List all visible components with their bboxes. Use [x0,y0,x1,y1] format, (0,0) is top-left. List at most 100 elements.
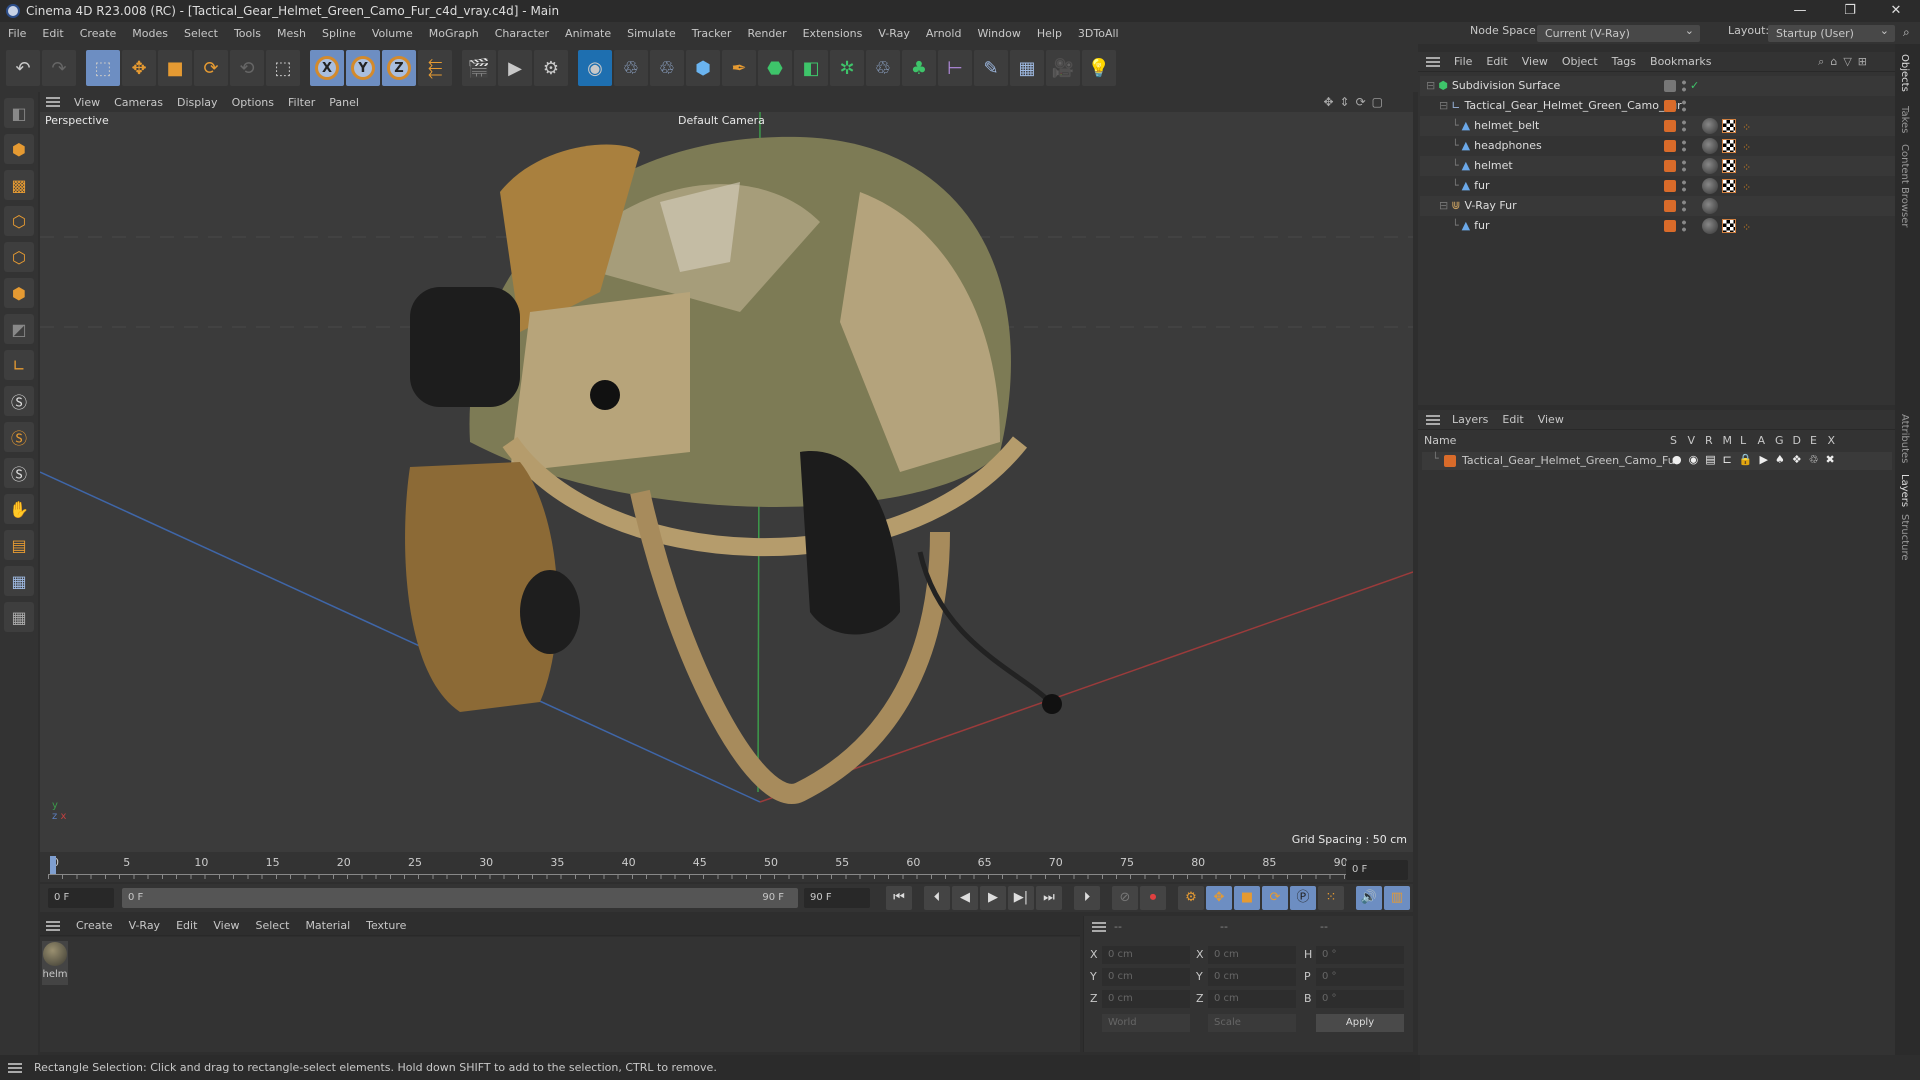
material-tag-icon[interactable] [1702,158,1718,174]
search-icon[interactable]: ⌕ [1903,25,1910,40]
material-tag-icon[interactable] [1702,138,1718,154]
material-menu-vray[interactable]: V-Ray [129,919,161,932]
visibility-dots-icon[interactable] [1682,139,1686,153]
make-editable-icon[interactable]: ◧ [4,98,34,128]
rot-b-field[interactable]: 0 ° [1316,990,1404,1008]
render-view-icon[interactable]: ▶ [498,50,532,86]
menu-modes[interactable]: Modes [132,27,168,40]
edges-mode-icon[interactable]: ⬡ [4,242,34,272]
go-to-end-icon[interactable]: ⏭ [1036,886,1062,910]
material-menu-view[interactable]: View [213,919,239,932]
snap-icon[interactable]: Ⓢ [4,386,34,416]
menu-3dtoall[interactable]: 3DToAll [1078,27,1119,40]
layer-swatch[interactable] [1664,120,1676,132]
tab-attributes[interactable]: Attributes [1899,414,1910,463]
menu-simulate[interactable]: Simulate [627,27,676,40]
coord-mode-dropdown[interactable]: Scale [1208,1014,1296,1032]
objects-menu-edit[interactable]: Edit [1486,55,1507,68]
viewport-menu-view[interactable]: View [74,96,100,109]
material-menu-material[interactable]: Material [305,919,350,932]
go-to-start-icon[interactable]: ⏮ [886,886,912,910]
layer-column-header[interactable]: R [1705,434,1713,447]
deformer-icon[interactable]: ⊢ [938,50,972,86]
layers-hamburger-icon[interactable] [1426,414,1440,425]
layer-swatch[interactable] [1664,180,1676,192]
objects-hamburger-icon[interactable] [1426,56,1440,67]
previous-frame-icon[interactable]: ◀ [952,886,978,910]
pos-x-field[interactable]: 0 cm [1102,946,1190,964]
layer-column-header[interactable]: D [1793,434,1801,447]
layout-dropdown[interactable]: Startup (User) [1768,22,1895,42]
objects-menu-object[interactable]: Object [1562,55,1598,68]
menu-extensions[interactable]: Extensions [803,27,863,40]
object-row[interactable]: └ ▲ helmet_belt ⁘ [1420,116,1895,136]
visibility-dots-icon[interactable] [1682,79,1686,93]
material-menu-select[interactable]: Select [256,919,290,932]
tab-objects[interactable]: Objects [1899,54,1910,92]
objects-menu-view[interactable]: View [1522,55,1548,68]
object-row[interactable]: ⊟ ⬢ Subdivision Surface ✓ [1420,76,1895,96]
material-tag-icon[interactable] [1702,218,1718,234]
menu-select[interactable]: Select [184,27,218,40]
y-axis-icon[interactable]: Y [346,50,380,86]
key-rotation-icon[interactable]: ⟳ [1262,886,1288,910]
viewport-menu-options[interactable]: Options [232,96,274,109]
object-row[interactable]: └ ▲ helmet ⁘ [1420,156,1895,176]
layer-column-header[interactable]: X [1828,434,1836,447]
frame-range-slider[interactable]: 0 F 90 F [122,888,798,908]
python-icon-3[interactable]: ♲ [866,50,900,86]
floor-icon[interactable]: ▦ [1010,50,1044,86]
pen-icon[interactable]: ✒ [722,50,756,86]
material-menu-texture[interactable]: Texture [366,919,406,932]
layer-row[interactable]: └ Tactical_Gear_Helmet_Green_Camo_Fur ●◉… [1422,452,1892,470]
object-row[interactable]: ⊟ ⋓ V-Ray Fur [1420,196,1895,216]
menu-arnold[interactable]: Arnold [926,27,962,40]
layer-column-header[interactable]: Name [1424,434,1456,447]
previous-key-icon[interactable]: ⏴ [924,886,950,910]
light-icon[interactable]: 💡 [1082,50,1116,86]
keyframe-selection-icon[interactable]: ⚙ [1178,886,1204,910]
move-icon[interactable]: ✥ [122,50,156,86]
vray-icon[interactable]: ◉ [578,50,612,86]
material-menu-create[interactable]: Create [76,919,113,932]
layers-menu-layers[interactable]: Layers [1452,413,1488,426]
viewport-menu-display[interactable]: Display [177,96,218,109]
uv-mode-icon[interactable]: ◩ [4,314,34,344]
visibility-dots-icon[interactable] [1682,219,1686,233]
points-mode-icon[interactable]: ⬡ [4,206,34,236]
selection-tag-icon[interactable]: ⁘ [1742,118,1751,138]
minimize-button[interactable]: — [1780,0,1820,22]
start-frame-field[interactable]: 0 F [48,888,114,908]
timeline-ruler[interactable]: 051015202530354045505560657075808590 [40,852,1413,882]
cloner-icon[interactable]: ✲ [830,50,864,86]
spline-pen-icon[interactable]: ✎ [974,50,1008,86]
menu-tools[interactable]: Tools [234,27,261,40]
visibility-dots-icon[interactable] [1682,159,1686,173]
tab-takes[interactable]: Takes [1899,106,1910,133]
layer-column-header[interactable]: M [1723,434,1733,447]
layer-swatch[interactable] [1664,80,1676,92]
layer-column-header[interactable]: V [1688,434,1696,447]
rotate-icon[interactable]: ⟳ [194,50,228,86]
material-menu-edit[interactable]: Edit [176,919,197,932]
selection-tag-icon[interactable]: ⁘ [1742,218,1751,238]
uvw-tag-icon[interactable] [1722,119,1736,133]
expand-toggle-icon[interactable]: ⊟ [1439,99,1448,112]
redo-icon[interactable]: ↷ [42,50,76,86]
viewport-hamburger-icon[interactable] [46,97,60,107]
objects-menu-tags[interactable]: Tags [1612,55,1636,68]
layer-color-swatch[interactable] [1444,455,1456,467]
tab-structure[interactable]: Structure [1899,514,1910,561]
expand-toggle-icon[interactable]: ⊟ [1426,79,1435,92]
menu-character[interactable]: Character [495,27,549,40]
viewport-menu-panel[interactable]: Panel [329,96,359,109]
maximize-button[interactable]: ❐ [1830,0,1870,22]
undo-icon[interactable]: ↶ [6,50,40,86]
pos-y-field[interactable]: 0 cm [1102,968,1190,986]
next-frame-icon[interactable]: ▶| [1008,886,1034,910]
menu-vray[interactable]: V-Ray [878,27,910,40]
subdivision-icon[interactable]: ⬣ [758,50,792,86]
sound-icon[interactable]: 🔊 [1356,886,1382,910]
close-button[interactable]: ✕ [1876,0,1916,22]
psr-icon[interactable]: ⟲ [230,50,264,86]
